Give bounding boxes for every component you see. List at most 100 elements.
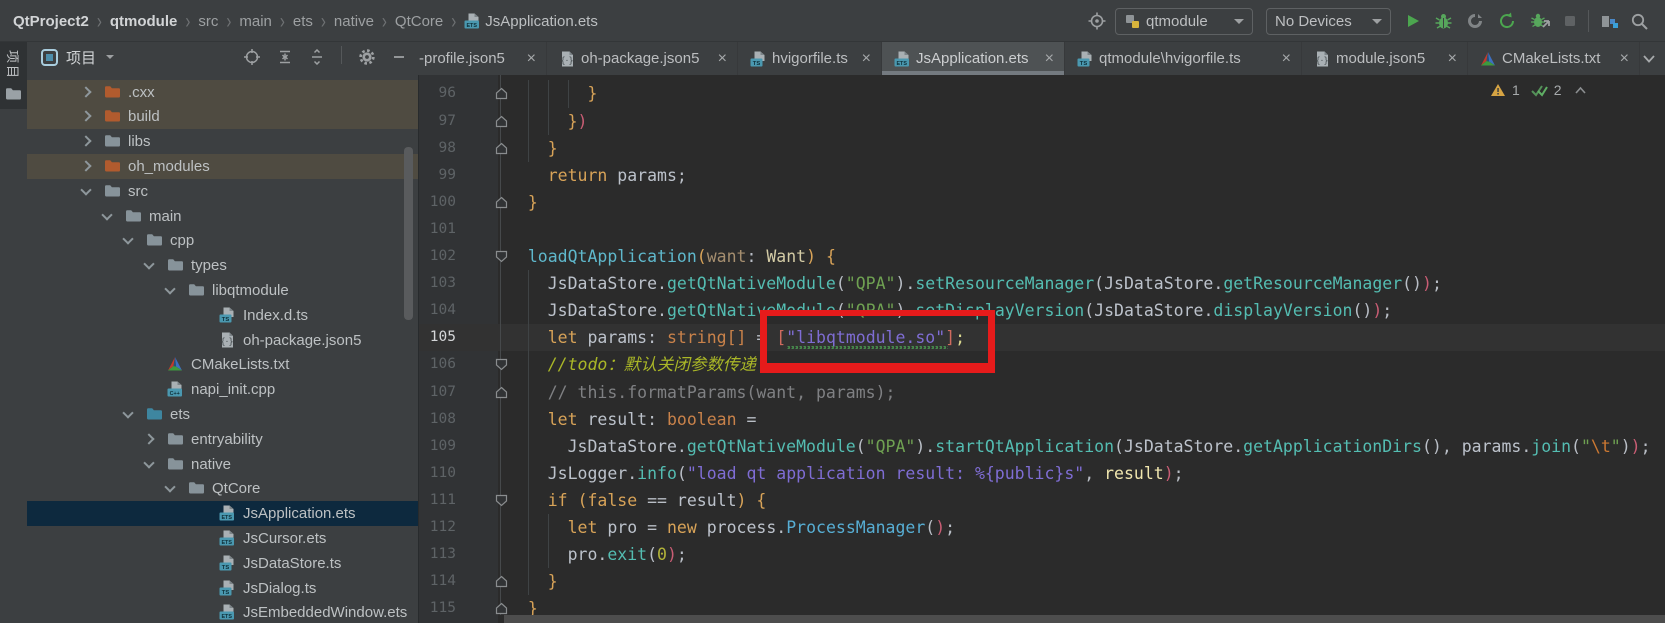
fold-marker-up-icon[interactable] — [495, 142, 508, 155]
breadcrumb-separator: › — [226, 9, 231, 33]
run-config-combo[interactable]: qtmodule — [1115, 8, 1253, 35]
breadcrumb-item[interactable]: main — [239, 13, 272, 30]
tree-chevron-right-icon[interactable] — [80, 160, 91, 171]
tab-close-icon[interactable]: × — [1620, 50, 1629, 68]
tree-item-index-d-ts[interactable]: TSIndex.d.ts — [27, 303, 418, 328]
toolbar-separator — [1588, 10, 1589, 32]
tree-item-entryability[interactable]: entryability — [27, 427, 418, 452]
breadcrumb-item[interactable]: ETSJsApplication.ets — [464, 13, 598, 30]
tree-chevron-down-icon[interactable] — [80, 184, 91, 195]
inspections-chevron-icon[interactable] — [1574, 86, 1587, 95]
collapse-all-icon[interactable] — [309, 49, 325, 65]
project-panel-dropdown-caret[interactable] — [106, 55, 114, 59]
tree-chevron-down-icon[interactable] — [164, 283, 175, 294]
tree-chevron-right-icon[interactable] — [80, 111, 91, 122]
tree-item-jsapplication-ets[interactable]: ETSJsApplication.ets — [27, 501, 418, 526]
fold-marker-up-icon[interactable] — [495, 87, 508, 100]
fold-marker-up-icon[interactable] — [495, 575, 508, 588]
breadcrumb-item[interactable]: native — [334, 13, 374, 30]
tree-item-oh-modules[interactable]: oh_modules — [27, 154, 418, 179]
rerun-button[interactable] — [1498, 12, 1516, 30]
tree-scrollbar[interactable] — [404, 147, 413, 320]
tree-item-src[interactable]: src — [27, 179, 418, 204]
breadcrumb-item[interactable]: src — [198, 13, 218, 30]
tree-item-jsembeddedwindow-ets[interactable]: ETSJsEmbeddedWindow.ets — [27, 600, 418, 623]
breadcrumb[interactable]: QtProject2›qtmodule›src›main›ets›native›… — [13, 0, 598, 42]
tab-jsapplication-ets[interactable]: ETSJsApplication.ets× — [882, 42, 1065, 75]
tree-item-qtcore[interactable]: QtCore — [27, 476, 418, 501]
attach-debugger-button[interactable] — [1530, 12, 1550, 30]
tree-chevron-down-icon[interactable] — [143, 457, 154, 468]
editor-horizontal-scrollbar[interactable] — [504, 615, 1665, 623]
tree-chevron-right-icon[interactable] — [143, 433, 154, 444]
tree-item--cxx[interactable]: .cxx — [27, 80, 418, 105]
tree-chevron-right-icon[interactable] — [80, 136, 91, 147]
tab-close-icon[interactable]: × — [527, 50, 536, 68]
fold-marker-up-icon[interactable] — [495, 115, 508, 128]
tree-item-jsdialog-ts[interactable]: TSJsDialog.ts — [27, 576, 418, 601]
settings-gear-icon[interactable] — [358, 48, 376, 66]
sidebar-tab-project[interactable]: 项目 — [0, 42, 27, 109]
header-separator[interactable] — [341, 46, 342, 69]
device-manager-icon[interactable] — [1600, 12, 1620, 30]
tab-label: qtmodule\hvigorfile.ts — [1099, 50, 1241, 67]
tab-close-icon[interactable]: × — [1045, 50, 1054, 68]
search-everywhere-icon[interactable] — [1630, 12, 1649, 31]
tab-hvigorfile-ts[interactable]: TShvigorfile.ts× — [738, 42, 882, 75]
tree-item-libqtmodule[interactable]: libqtmodule — [27, 278, 418, 303]
fold-marker-up-icon[interactable] — [495, 196, 508, 209]
breadcrumb-item[interactable]: QtProject2 — [13, 13, 89, 30]
tree-item-build[interactable]: build — [27, 104, 418, 129]
fold-marker-down-icon[interactable] — [495, 250, 508, 263]
tab-close-icon[interactable]: × — [862, 50, 871, 68]
tab-cmakelists-txt[interactable]: CMakeLists.txt× — [1468, 42, 1640, 75]
hide-panel-icon[interactable] — [392, 50, 406, 64]
fold-marker-up-icon[interactable] — [495, 602, 508, 615]
profiler-button[interactable] — [1466, 12, 1484, 30]
breadcrumb-item[interactable]: qtmodule — [110, 13, 178, 30]
fold-marker-up-icon[interactable] — [495, 386, 508, 399]
locate-icon[interactable] — [1087, 11, 1107, 31]
tree-item-ets[interactable]: ets — [27, 402, 418, 427]
breadcrumb-separator: › — [382, 9, 387, 33]
devices-combo[interactable]: No Devices — [1266, 8, 1391, 35]
project-panel-title[interactable]: 项目 — [66, 47, 96, 68]
tree-chevron-down-icon[interactable] — [164, 482, 175, 493]
tree-chevron-down-icon[interactable] — [101, 209, 112, 220]
tree-item-jscursor-ets[interactable]: ETSJsCursor.ets — [27, 526, 418, 551]
tab-overflow-chevron-icon[interactable] — [1641, 51, 1657, 67]
breadcrumb-item[interactable]: ets — [293, 13, 313, 30]
tree-item-cpp[interactable]: cpp — [27, 228, 418, 253]
locate-file-icon[interactable] — [243, 48, 261, 66]
tab-module-json5[interactable]: {·}module.json5× — [1302, 42, 1468, 75]
tab-qtmodule-hvigorfile-ts[interactable]: TSqtmodule\hvigorfile.ts× — [1065, 42, 1302, 75]
tree-item-oh-package-json5[interactable]: {·}oh-package.json5 — [27, 328, 418, 353]
tree-chevron-down-icon[interactable] — [143, 259, 154, 270]
expand-all-icon[interactable] — [277, 49, 293, 65]
tree-chevron-down-icon[interactable] — [122, 234, 133, 245]
tree-item-cmakelists-txt[interactable]: CMakeLists.txt — [27, 352, 418, 377]
breadcrumb-item[interactable]: QtCore — [395, 13, 443, 30]
debug-button[interactable] — [1434, 12, 1453, 30]
tree-chevron-down-icon[interactable] — [122, 407, 133, 418]
code-line-98: } — [508, 135, 558, 162]
run-button[interactable] — [1404, 12, 1422, 30]
fold-marker-down-icon[interactable] — [495, 494, 508, 507]
tab--profile-json5[interactable]: -profile.json5× — [418, 42, 547, 75]
tree-item-native[interactable]: native — [27, 452, 418, 477]
tab-oh-package-json5[interactable]: {·}oh-package.json5× — [547, 42, 738, 75]
fold-marker-down-icon[interactable] — [495, 358, 508, 371]
tab-close-icon[interactable]: × — [1448, 50, 1457, 68]
warning-count[interactable]: 1 — [1512, 82, 1520, 98]
tree-item-jsdatastore-ts[interactable]: TSJsDataStore.ts — [27, 551, 418, 576]
inspections-widget[interactable]: 12 — [1490, 80, 1587, 100]
tree-item-libs[interactable]: libs — [27, 129, 418, 154]
passed-count[interactable]: 2 — [1554, 82, 1562, 98]
tab-close-icon[interactable]: × — [1282, 50, 1291, 68]
tree-item-label: QtCore — [212, 480, 260, 497]
tree-item-napi-init-cpp[interactable]: C++napi_init.cpp — [27, 377, 418, 402]
tree-chevron-right-icon[interactable] — [80, 86, 91, 97]
tree-item-types[interactable]: types — [27, 253, 418, 278]
tab-close-icon[interactable]: × — [718, 50, 727, 68]
tree-item-main[interactable]: main — [27, 204, 418, 229]
